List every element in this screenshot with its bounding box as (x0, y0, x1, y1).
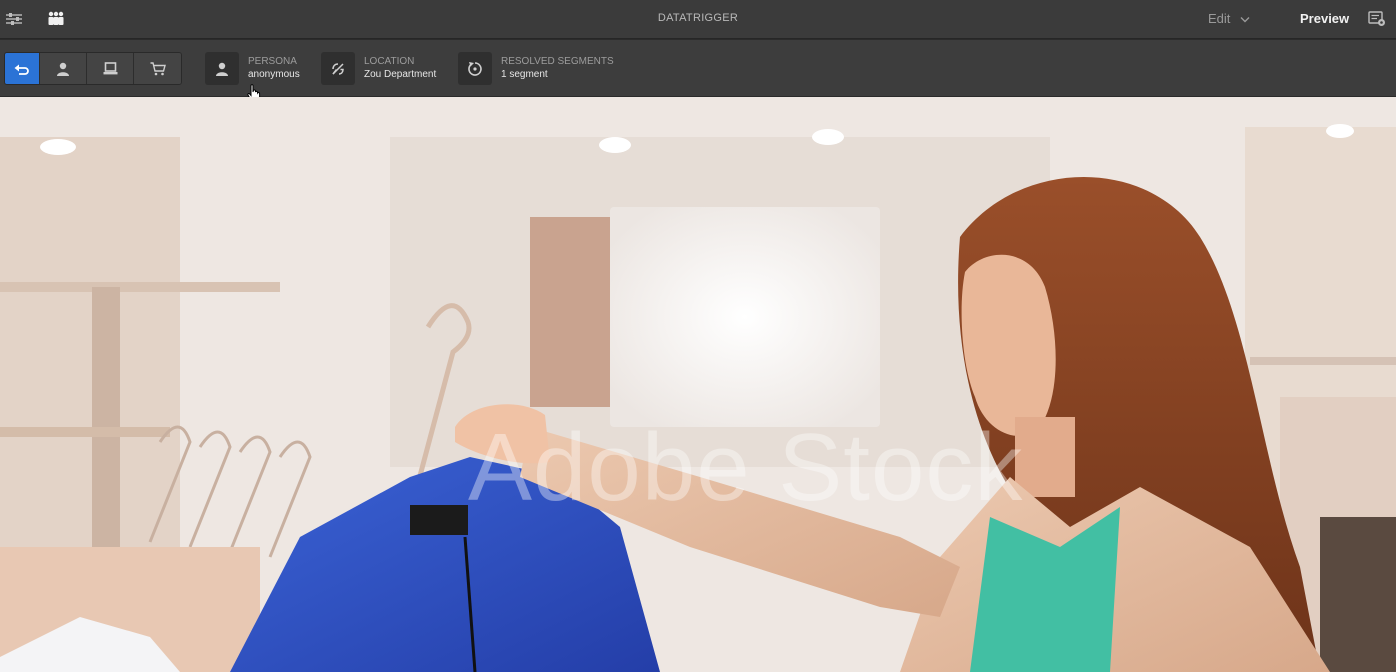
location-selector[interactable]: LOCATION Zou Department (321, 52, 436, 85)
person-icon (57, 62, 69, 76)
location-label: LOCATION (364, 55, 415, 67)
cart-icon (150, 61, 166, 75)
undo-icon (14, 64, 29, 75)
persona-label: PERSONA (248, 55, 297, 67)
refresh-icon (458, 52, 492, 85)
location-off-icon (321, 52, 355, 85)
preview-button[interactable]: Preview (1300, 11, 1349, 26)
segments-label: RESOLVED SEGMENTS (501, 55, 614, 67)
hero-image: Adobe Stock (0, 97, 1396, 672)
segments-value: 1 segment (501, 68, 548, 80)
mode-dropdown[interactable]: Edit (1208, 11, 1250, 26)
persona-view-button[interactable] (40, 53, 87, 84)
resolved-segments[interactable]: RESOLVED SEGMENTS 1 segment (458, 52, 614, 85)
location-value: Zou Department (364, 68, 437, 80)
undo-button[interactable] (5, 53, 40, 84)
persona-value: anonymous (248, 68, 300, 80)
page-info-icon[interactable] (1367, 9, 1387, 29)
persona-selector[interactable]: PERSONA anonymous (205, 52, 300, 85)
view-button-group (4, 52, 182, 85)
top-bar: DATATRIGGER Edit Preview (0, 0, 1396, 39)
persona-icon (205, 52, 239, 85)
chevron-down-icon (1240, 11, 1250, 26)
commerce-view-button[interactable] (134, 53, 181, 84)
watermark-text: Adobe Stock (468, 414, 1024, 521)
mode-dropdown-value: Edit (1208, 11, 1231, 26)
device-icon (103, 61, 117, 74)
context-toolbar: PERSONA anonymous LOCATION Zou Departmen… (0, 40, 1396, 97)
app-title: DATATRIGGER (657, 12, 739, 24)
device-view-button[interactable] (87, 53, 134, 84)
